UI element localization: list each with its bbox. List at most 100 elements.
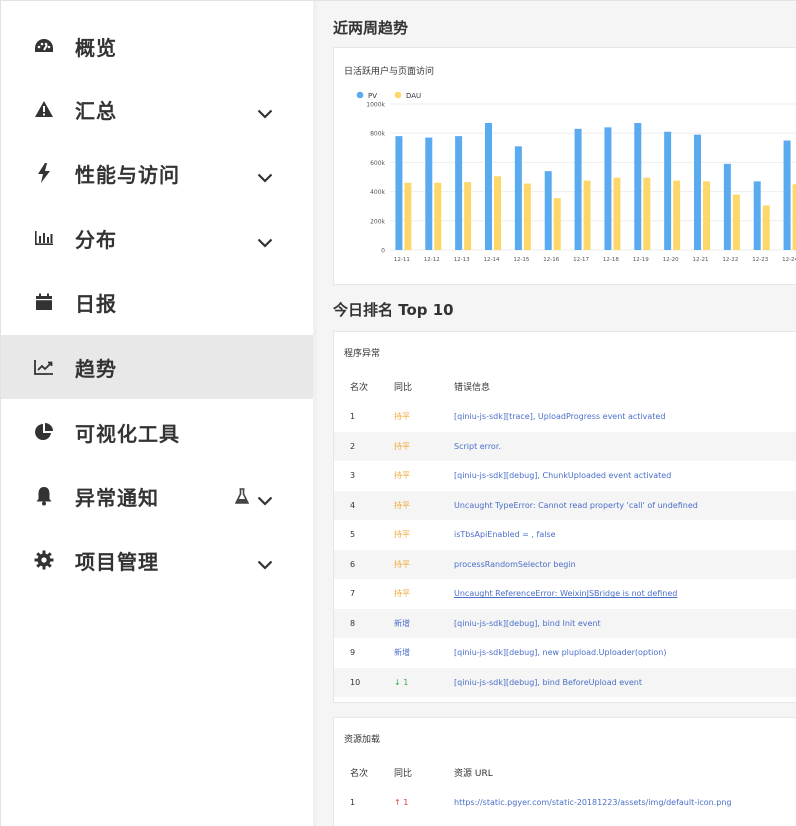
- chevron-down-icon[interactable]: [257, 233, 273, 248]
- table-row[interactable]: 9 新增 [qiniu-js-sdk][debug], new plupload.U…: [334, 638, 796, 668]
- header-message: 错误信息: [454, 383, 491, 393]
- x-tick-label: 12-11: [394, 257, 410, 263]
- sidebar-item-label: 汇总: [75, 98, 117, 123]
- bar-pv-12-24: [783, 140, 791, 250]
- app-window: 概览 汇总 性能与访问 分布 日报 趋势 可视化工具 异常通知 项目管理 近两周趋势 日活跃用户…: [0, 0, 796, 826]
- compare-cell: 新增: [394, 648, 410, 658]
- compare-cell: ↓ 1: [394, 677, 409, 687]
- table-row[interactable]: 4 持平 Uncaught TypeError: Cannot read prope…: [334, 490, 796, 520]
- legend-swatch-pv: [356, 91, 364, 99]
- sidebar: 概览汇总性能与访问分布日报趋势可视化工具异常通知项目管理: [1, 1, 313, 826]
- chevron-down-icon[interactable]: [257, 491, 273, 506]
- sidebar-item-1[interactable]: 概览: [1, 14, 313, 78]
- table-row[interactable]: 8 新增 [qiniu-js-sdk][debug], bind Init even…: [334, 608, 796, 638]
- bar-dau-12-18: [613, 177, 621, 250]
- message-link[interactable]: isTbsApiEnabled = , false: [454, 530, 556, 539]
- rank-cell: 5: [350, 530, 356, 540]
- header-rank: 名次: [350, 383, 369, 393]
- message-link[interactable]: processRandomSelector begin: [454, 560, 576, 569]
- bar-dau-12-24: [792, 184, 796, 250]
- sidebar-item-label: 性能与访问: [75, 162, 180, 187]
- y-tick-label: 200k: [370, 218, 385, 225]
- bar-dau-12-13: [464, 182, 472, 250]
- bar-dau-12-23: [762, 205, 770, 250]
- sidebar-item-label: 概览: [75, 35, 117, 60]
- sidebar-item-label: 可视化工具: [75, 421, 180, 446]
- message-link[interactable]: [qiniu-js-sdk][debug], ChunkUploaded eve…: [454, 471, 671, 480]
- trend-section-title: 近两周趋势: [333, 19, 409, 37]
- sidebar-item-5[interactable]: 日报: [1, 270, 313, 334]
- bar-pv-12-13: [455, 136, 463, 250]
- table-row[interactable]: 5 持平 isTbsApiEnabled = , false: [334, 520, 796, 550]
- bar-dau-12-12: [434, 182, 442, 250]
- trend-chart-card: 日活跃用户与页面访问 PV DAU 0 200k 400k 600k 800k 1000k 12…: [333, 47, 796, 285]
- x-tick-label: 12-21: [693, 257, 709, 263]
- dau-pv-bar-chart: PV DAU 0 200k 400k 600k 800k 1000k 12-11 12-12 12-…: [356, 91, 796, 263]
- bar-dau-12-14: [494, 176, 501, 250]
- sidebar-item-2[interactable]: 汇总: [1, 77, 313, 141]
- message-link[interactable]: [qiniu-js-sdk][debug], bind Init event: [454, 619, 601, 628]
- y-tick-label: 0: [381, 248, 385, 255]
- bar-pv-12-23: [753, 181, 761, 250]
- x-tick-label: 12-15: [513, 257, 529, 263]
- legend-label: DAU: [406, 92, 421, 100]
- rank-cell: 1: [350, 798, 356, 808]
- chevron-down-icon[interactable]: [257, 104, 273, 119]
- bar-dau-12-15: [523, 183, 531, 250]
- sidebar-item-9[interactable]: 项目管理: [1, 528, 313, 592]
- bar-pv-12-22: [723, 163, 731, 250]
- table-row[interactable]: 7 持平 Uncaught ReferenceError: WeixinJSBrid…: [334, 579, 796, 609]
- chevron-down-icon[interactable]: [257, 168, 273, 183]
- message-link[interactable]: [qiniu-js-sdk][debug], bind BeforeUpload…: [454, 678, 642, 687]
- flask-icon: [234, 488, 250, 504]
- message-link[interactable]: Uncaught TypeError: Cannot read property…: [454, 501, 698, 510]
- sidebar-item-4[interactable]: 分布: [1, 206, 313, 270]
- y-tick-label: 400k: [370, 189, 385, 196]
- errors-table-header: 名次 同比 错误信息: [334, 370, 796, 400]
- rank-cell: 2: [350, 441, 356, 451]
- table-row[interactable]: 1 持平 [qiniu-js-sdk][trace], UploadProgress…: [334, 402, 796, 432]
- bar-dau-12-21: [703, 181, 710, 250]
- sidebar-item-label: 趋势: [75, 356, 117, 381]
- sidebar-item-7[interactable]: 可视化工具: [1, 400, 313, 464]
- sidebar-item-label: 异常通知: [75, 485, 159, 510]
- message-link[interactable]: [qiniu-js-sdk][trace], UploadProgress ev…: [454, 412, 665, 421]
- bar-dau-12-20: [673, 180, 681, 250]
- header-rank: 名次: [350, 769, 369, 779]
- table-row[interactable]: 3 持平 [qiniu-js-sdk][debug], ChunkUploaded …: [334, 461, 796, 491]
- bell-icon: [33, 485, 55, 507]
- message-link[interactable]: https://static.pgyer.com/static-20181223…: [454, 798, 731, 807]
- table-row[interactable]: 1 ↑ 1 https://static.pgyer.com/static-2018…: [334, 788, 796, 818]
- errors-ranking-card: 程序异常 名次 同比 错误信息 1 持平 [qiniu-js-sdk][trace]…: [333, 331, 796, 703]
- x-tick-label: 12-14: [484, 257, 500, 263]
- pie-chart-icon: [33, 421, 55, 443]
- message-link[interactable]: [qiniu-js-sdk][debug], new plupload.Uplo…: [454, 648, 666, 657]
- sidebar-item-6[interactable]: 趋势: [1, 335, 313, 399]
- rank-cell: 4: [350, 500, 356, 510]
- bar-pv-12-11: [395, 136, 403, 250]
- compare-cell: 持平: [394, 530, 410, 540]
- x-tick-label: 12-12: [424, 257, 440, 263]
- x-tick-label: 12-23: [752, 257, 768, 263]
- trend-line-icon: [33, 356, 55, 378]
- lightning-icon: [33, 162, 55, 184]
- message-link[interactable]: Script error.: [454, 442, 501, 451]
- sidebar-item-8[interactable]: 异常通知: [1, 464, 313, 528]
- sidebar-item-3[interactable]: 性能与访问: [1, 141, 313, 205]
- table-row[interactable]: 6 持平 processRandomSelector begin: [334, 549, 796, 579]
- bar-pv-12-21: [694, 134, 701, 250]
- header-compare: 同比: [394, 769, 413, 779]
- message-link[interactable]: Uncaught ReferenceError: WeixinJSBridge …: [454, 589, 677, 598]
- bar-pv-12-19: [634, 122, 642, 250]
- compare-cell: ↑ 1: [394, 798, 409, 808]
- header-url: 资源 URL: [454, 769, 493, 779]
- main-content[interactable]: 近两周趋势 日活跃用户与页面访问 PV DAU 0 200k 400k 600k 800k 1…: [317, 1, 796, 826]
- x-tick-label: 12-17: [573, 257, 589, 263]
- table-row[interactable]: 2 持平 Script error.: [334, 431, 796, 461]
- chevron-down-icon[interactable]: [257, 555, 273, 570]
- sidebar-item-label: 分布: [75, 227, 117, 252]
- ranking-section-title: 今日排名 Top 10: [333, 301, 454, 319]
- table-row[interactable]: 10 ↓ 1 [qiniu-js-sdk][debug], bind BeforeU…: [334, 667, 796, 697]
- calendar-icon: [33, 291, 55, 313]
- dashboard-icon: [33, 35, 55, 57]
